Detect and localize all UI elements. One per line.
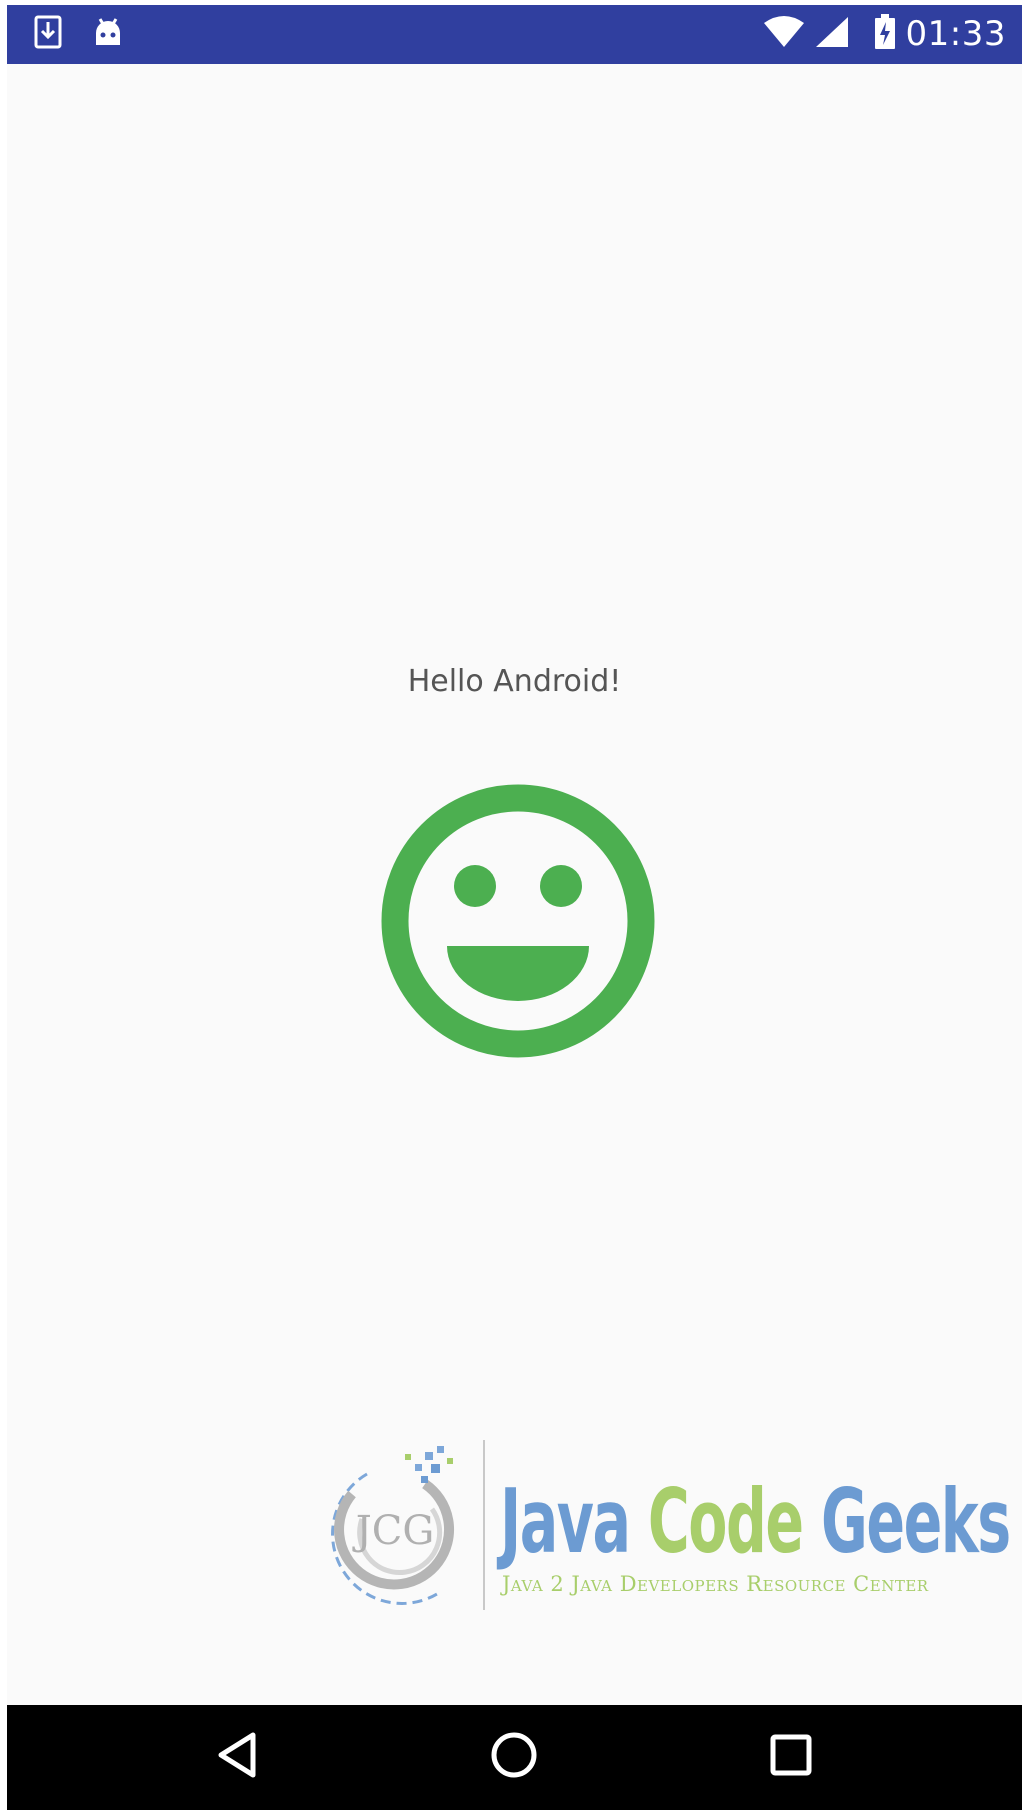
wifi-icon [763, 15, 804, 53]
status-bar-notifications [34, 15, 124, 53]
svg-text:JCG: JCG [352, 1508, 435, 1554]
android-debug-icon [92, 15, 124, 53]
logo-divider [483, 1440, 485, 1610]
status-bar: 01:33 [7, 5, 1022, 64]
recents-icon [769, 1733, 813, 1781]
logo-subtitle: Java 2 Java Developers Resource Center [502, 1572, 929, 1596]
cell-signal-icon [814, 15, 850, 53]
status-bar-system: 01:33 [763, 13, 1006, 55]
back-button[interactable] [207, 1727, 267, 1787]
recents-button[interactable] [761, 1727, 821, 1787]
logo-word-code: Code [647, 1470, 804, 1573]
back-icon [215, 1731, 259, 1783]
download-notification-icon [34, 15, 62, 53]
smiley-face-icon [381, 784, 655, 1062]
battery-charging-icon [874, 14, 896, 54]
logo-title: Java Code Geeks [500, 1470, 1011, 1573]
greeting-text: Hello Android! [407, 664, 622, 699]
jcg-emblem: JCG [331, 1446, 455, 1605]
jcg-watermark-logo: JCG Java Code Geeks Java 2 Java Develope… [307, 1434, 1011, 1684]
device-screen: 01:33 Hello Android! JCG Java Code Geeks… [7, 5, 1022, 1810]
logo-word-geeks: Geeks [821, 1470, 1011, 1573]
app-content: Hello Android! JCG Java Code Geeks Java … [7, 64, 1022, 1705]
logo-word-java: Java [500, 1470, 631, 1573]
home-icon [489, 1730, 539, 1784]
status-bar-clock: 01:33 [905, 14, 1006, 54]
home-button[interactable] [484, 1727, 544, 1787]
navigation-bar [7, 1705, 1022, 1810]
